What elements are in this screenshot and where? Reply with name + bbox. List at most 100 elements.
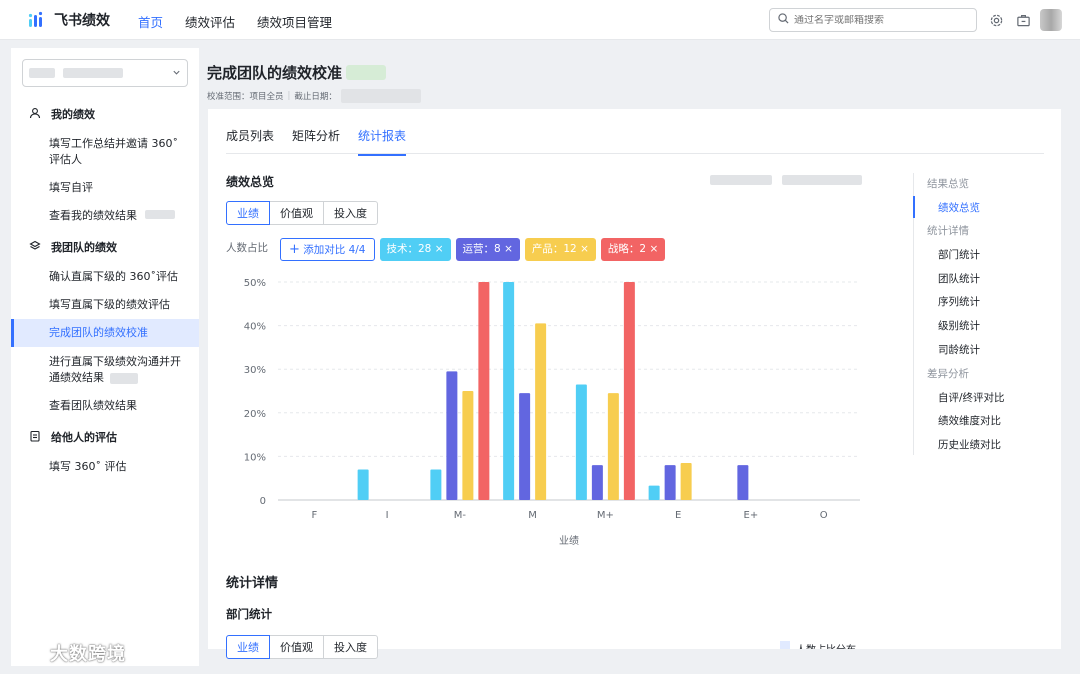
search-input[interactable] (794, 14, 964, 26)
search-box[interactable] (769, 8, 977, 32)
overview-segmented-control: 业绩 价值观 投入度 (226, 201, 378, 225)
sidebar-item-confirm-360[interactable]: 确认直属下级的 360˚评估 (11, 269, 199, 285)
redacted-info (710, 175, 862, 185)
anchor-group-overview: 结果总览 (927, 178, 969, 190)
x-axis-title: 业绩 (559, 534, 579, 547)
nav-performance-review[interactable]: 绩效评估 (185, 12, 235, 31)
anchor-self-final-compare[interactable]: 自评/终评对比 (938, 391, 1005, 405)
bar-技术-M+ (575, 384, 587, 500)
x-tick-label: F (311, 510, 317, 521)
y-tick-label: 0 (260, 496, 266, 507)
close-icon[interactable]: × (504, 243, 513, 255)
close-icon[interactable]: × (649, 243, 658, 255)
tag-tech[interactable]: 技术：28 × (379, 238, 451, 261)
bar-战略-M+ (623, 282, 635, 500)
nav-project-management[interactable]: 绩效项目管理 (257, 12, 332, 31)
segment-engagement[interactable]: 投入度 (323, 201, 378, 225)
plus-icon: + (289, 242, 300, 257)
x-tick-label: E+ (744, 510, 759, 521)
redacted-date (340, 89, 421, 103)
segment-values[interactable]: 价值观 (269, 201, 324, 225)
tag-strategy[interactable]: 战略：2 × (600, 238, 666, 261)
watermark: 大数跨境 (10, 640, 126, 666)
sidebar-item-self-review[interactable]: 填写自评 (11, 180, 199, 196)
sidebar-item-fill-360[interactable]: 填写 360˚ 评估 (11, 459, 199, 475)
page-meta: 校准范围：项目全员 | 截止日期： (207, 89, 421, 103)
bar-运营-M (519, 393, 531, 500)
bar-技术-M- (430, 469, 442, 500)
x-tick-label: M- (454, 510, 467, 521)
performance-bar-chart: 0 10% 20% 30% 40% 50% F I M- M M+ E E+ O 业绩 (244, 278, 860, 547)
project-name-redacted (63, 68, 123, 78)
sidebar-item-communicate-results[interactable]: 进行直属下级绩效沟通并开通绩效结果 (11, 354, 199, 386)
tab-matrix-analysis[interactable]: 矩阵分析 (292, 127, 340, 156)
section-team-performance: 我团队的绩效 (29, 239, 117, 255)
tab-member-list[interactable]: 成员列表 (226, 127, 274, 156)
x-tick-label: E (675, 510, 681, 521)
legend-swatch (780, 641, 790, 649)
anchor-sequence-stats[interactable]: 序列统计 (938, 295, 980, 309)
tab-statistics-report[interactable]: 统计报表 (358, 127, 407, 156)
page-header: 完成团队的绩效校准 校准范围：项目全员 | 截止日期： (207, 62, 421, 103)
feishu-logo-icon (28, 11, 46, 29)
chevron-down-icon (172, 66, 181, 80)
sidebar: 我的绩效 填写工作总结并邀请 360˚ 评估人 填写自评 查看我的绩效结果 我团… (11, 48, 199, 666)
bar-技术-M (503, 282, 515, 500)
search-icon (778, 13, 789, 27)
bar-技术-E (648, 485, 660, 500)
anchor-tenure-stats[interactable]: 司龄统计 (938, 343, 980, 357)
anchor-level-stats[interactable]: 级别统计 (938, 319, 980, 333)
compare-tags: + 添加对比 4/4 技术：28 × 运营：8 × 产品：12 × 战略：2 × (280, 238, 666, 261)
user-avatar[interactable] (1040, 9, 1062, 31)
page-title: 完成团队的绩效校准 (207, 62, 421, 83)
sidebar-item-subordinate-review[interactable]: 填写直属下级的绩效评估 (11, 297, 199, 313)
bar-运营-M- (446, 371, 458, 500)
bar-技术-I (357, 469, 369, 500)
sidebar-item-team-results[interactable]: 查看团队绩效结果 (11, 398, 199, 414)
y-tick-label: 10% (244, 452, 266, 463)
close-icon[interactable]: × (435, 243, 444, 255)
main-nav: 首页 绩效评估 绩效项目管理 (138, 12, 332, 31)
bar-产品-E (680, 462, 692, 500)
segment-engagement[interactable]: 投入度 (323, 635, 378, 659)
segment-values[interactable]: 价值观 (269, 635, 324, 659)
project-selector[interactable] (22, 59, 188, 87)
tag-product[interactable]: 产品：12 × (524, 238, 596, 261)
y-tick-label: 50% (244, 278, 266, 289)
dept-segmented-control: 业绩 价值观 投入度 (226, 635, 378, 659)
anchor-group-diff: 差异分析 (927, 368, 969, 380)
redacted-status-badge (346, 65, 387, 80)
sidebar-item-work-summary[interactable]: 填写工作总结并邀请 360˚ 评估人 (11, 136, 199, 168)
bar-战略-M- (478, 282, 490, 500)
y-tick-label: 40% (244, 322, 266, 333)
anchor-team-stats[interactable]: 团队统计 (938, 272, 980, 286)
sidebar-item-my-results[interactable]: 查看我的绩效结果 (11, 208, 199, 224)
add-compare-button[interactable]: + 添加对比 4/4 (280, 238, 375, 261)
y-tick-label: 20% (244, 409, 266, 420)
x-tick-label: I (386, 510, 389, 521)
close-icon[interactable]: × (580, 243, 589, 255)
tab-divider (226, 153, 1044, 154)
tag-operations[interactable]: 运营：8 × (455, 238, 520, 261)
section-review-others: 给他人的评估 (29, 429, 117, 445)
y-tick-label: 30% (244, 365, 266, 376)
anchor-dimension-compare[interactable]: 绩效维度对比 (938, 414, 1001, 428)
redacted-badge (144, 210, 175, 219)
bar-产品-M- (462, 391, 474, 500)
dept-legend: 人数占比分布 (780, 641, 856, 649)
x-tick-label: M+ (597, 510, 614, 521)
segment-performance[interactable]: 业绩 (226, 635, 270, 659)
anchor-history-compare[interactable]: 历史业绩对比 (938, 438, 1001, 452)
watermark-logo-icon (10, 641, 46, 666)
overview-title: 绩效总览 (226, 175, 275, 189)
nav-home[interactable]: 首页 (138, 12, 163, 31)
anchor-performance-overview[interactable]: 绩效总览 (938, 201, 980, 215)
sidebar-item-team-calibration[interactable]: 完成团队的绩效校准 (11, 319, 199, 347)
segment-performance[interactable]: 业绩 (226, 201, 270, 225)
briefcase-icon[interactable] (1014, 11, 1032, 29)
settings-gear-icon[interactable] (987, 11, 1005, 29)
anchor-dept-stats[interactable]: 部门统计 (938, 248, 980, 262)
bar-产品-M (535, 323, 547, 500)
main-card: 成员列表 矩阵分析 统计报表 绩效总览 业绩 价值观 投入度 人数占比 + 添加… (208, 109, 1061, 659)
app-logo[interactable]: 飞书绩效 (28, 10, 110, 30)
